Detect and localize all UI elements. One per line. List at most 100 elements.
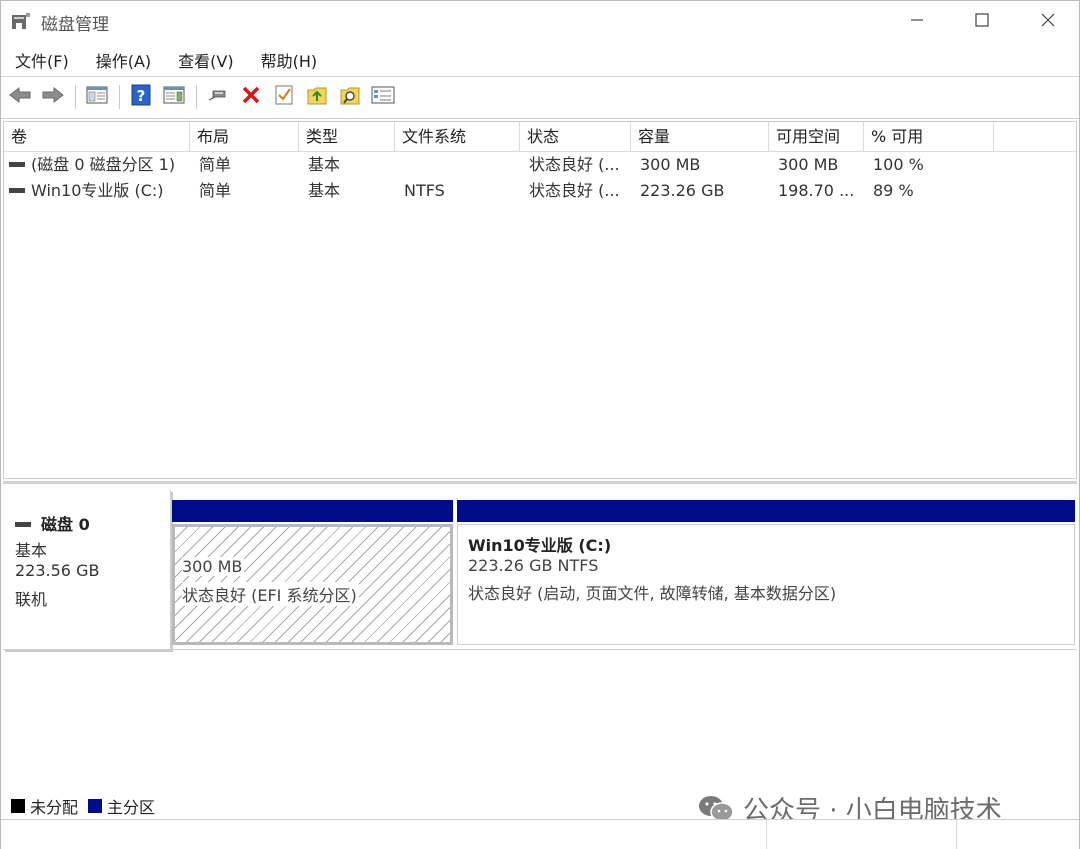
disk-0-label[interactable]: 磁盘 0 基本 223.56 GB 联机 [3, 490, 171, 650]
svg-text:?: ? [137, 87, 146, 105]
column-layout[interactable]: 布局 [190, 122, 299, 152]
properties-button[interactable] [161, 84, 187, 110]
drive-icon [9, 161, 25, 167]
cell-percent-free: 89 % [873, 181, 914, 200]
back-button[interactable] [7, 84, 33, 110]
search-button[interactable] [337, 84, 363, 110]
console-tree-button[interactable] [84, 84, 110, 110]
toolbar: ? [1, 78, 1079, 116]
disk-name: 磁盘 0 [15, 511, 90, 535]
column-volume[interactable]: 卷 [4, 122, 190, 152]
delete-button[interactable] [238, 84, 264, 110]
menu-divider [1, 76, 1079, 77]
maximize-button[interactable] [959, 7, 1005, 35]
volume-list: 卷 布局 类型 文件系统 状态 容量 可用空间 % 可用 (磁盘 0 磁盘分区 … [3, 121, 1077, 479]
disk-management-icon [11, 12, 31, 30]
legend-label: 主分区 [107, 798, 156, 817]
cell-filesystem: NTFS [404, 181, 445, 200]
partition-color-bar [457, 500, 1075, 522]
status-bar [1, 819, 1079, 849]
table-row[interactable]: Win10专业版 (C:) 简单 基本 NTFS 状态良好 (... 223.2… [4, 178, 1076, 204]
forward-icon [41, 86, 65, 108]
view-button[interactable] [370, 84, 396, 110]
help-button[interactable]: ? [128, 84, 154, 110]
column-capacity[interactable]: 容量 [631, 122, 769, 152]
maximize-icon [975, 12, 989, 31]
disk-status: 联机 [15, 590, 48, 609]
export-button[interactable] [304, 84, 330, 110]
checklist-button[interactable] [271, 84, 297, 110]
search-icon [339, 84, 361, 110]
partition-color-bar [172, 500, 453, 522]
legend-unallocated: 未分配 [11, 794, 78, 818]
legend-label: 未分配 [30, 798, 79, 817]
disk-management-window: 磁盘管理 文件(F) 操作(A) 查看(V) 帮助(H) ? 卷 布局 类型 文… [0, 0, 1080, 849]
menu-action[interactable]: 操作(A) [94, 46, 153, 74]
legend: 未分配 主分区 [11, 794, 165, 818]
cell-status: 状态良好 (... [529, 181, 620, 200]
connect-icon [207, 86, 229, 108]
partition-body: Win10专业版 (C:) 223.26 GB NTFS 状态良好 (启动, 页… [457, 524, 1075, 645]
toolbar-divider [119, 85, 120, 109]
menu-bar: 文件(F) 操作(A) 查看(V) 帮助(H) [1, 45, 1079, 75]
minimize-button[interactable] [894, 7, 940, 35]
cell-volume: Win10专业版 (C:) [4, 178, 190, 204]
connect-button[interactable] [205, 84, 231, 110]
checklist-icon [274, 84, 294, 110]
partition-c[interactable]: Win10专业版 (C:) 223.26 GB NTFS 状态良好 (启动, 页… [457, 500, 1075, 645]
column-filesystem[interactable]: 文件系统 [395, 122, 520, 152]
cell-type: 基本 [308, 181, 341, 200]
cell-volume: (磁盘 0 磁盘分区 1) [4, 152, 190, 178]
partition-efi[interactable]: 300 MB 状态良好 (EFI 系统分区) [172, 500, 453, 645]
toolbar-divider [196, 85, 197, 109]
cell-status: 状态良好 (... [529, 155, 620, 174]
menu-help[interactable]: 帮助(H) [259, 46, 320, 74]
help-icon: ? [131, 84, 151, 110]
column-free-space[interactable]: 可用空间 [769, 122, 864, 152]
disk-size: 223.56 GB [15, 561, 100, 580]
forward-button[interactable] [40, 84, 66, 110]
window-title: 磁盘管理 [41, 15, 109, 35]
cell-type: 基本 [308, 155, 341, 174]
cell-layout: 简单 [199, 181, 232, 200]
column-type[interactable]: 类型 [299, 122, 395, 152]
volume-name: Win10专业版 (C:) [31, 181, 164, 200]
close-button[interactable] [1025, 7, 1071, 35]
partition-title: Win10专业版 (C:) [468, 536, 612, 555]
disk-name-text: 磁盘 0 [41, 515, 90, 534]
view-icon [371, 85, 395, 109]
minimize-icon [910, 12, 924, 31]
console-tree-icon [86, 85, 108, 109]
disk-graphical-view: 磁盘 0 基本 223.56 GB 联机 300 MB 状态良好 (EFI 系统… [3, 481, 1077, 819]
partition-size: 223.26 GB NTFS [468, 556, 599, 575]
cell-capacity: 300 MB [640, 155, 701, 174]
unallocated-swatch [11, 799, 25, 813]
partition-status: 状态良好 (EFI 系统分区) [182, 582, 359, 606]
status-bar-cell [766, 820, 956, 849]
volume-name: (磁盘 0 磁盘分区 1) [31, 155, 176, 174]
disk-row-divider [3, 649, 1077, 650]
status-bar-cell [956, 820, 1079, 849]
drive-icon [15, 521, 31, 527]
column-percent-free[interactable]: % 可用 [864, 122, 994, 152]
partition-body: 300 MB 状态良好 (EFI 系统分区) [172, 524, 453, 645]
menu-view[interactable]: 查看(V) [176, 46, 235, 74]
back-icon [8, 86, 32, 108]
partition-size: 300 MB [182, 557, 245, 576]
partition-status: 状态良好 (启动, 页面文件, 故障转储, 基本数据分区) [468, 584, 837, 603]
column-status[interactable]: 状态 [520, 122, 631, 152]
delete-icon [241, 85, 261, 109]
disk-type: 基本 [15, 541, 48, 560]
cell-free-space: 300 MB [778, 155, 839, 174]
volume-list-header: 卷 布局 类型 文件系统 状态 容量 可用空间 % 可用 [4, 122, 1076, 152]
properties-icon [163, 85, 185, 109]
cell-free-space: 198.70 ... [778, 181, 855, 200]
menu-file[interactable]: 文件(F) [13, 46, 71, 74]
primary-swatch [88, 799, 103, 813]
toolbar-divider-line [1, 118, 1079, 119]
export-icon [306, 84, 328, 110]
cell-layout: 简单 [199, 155, 232, 174]
cell-capacity: 223.26 GB [640, 181, 725, 200]
table-row[interactable]: (磁盘 0 磁盘分区 1) 简单 基本 状态良好 (... 300 MB 300… [4, 152, 1076, 178]
drive-icon [9, 187, 25, 193]
